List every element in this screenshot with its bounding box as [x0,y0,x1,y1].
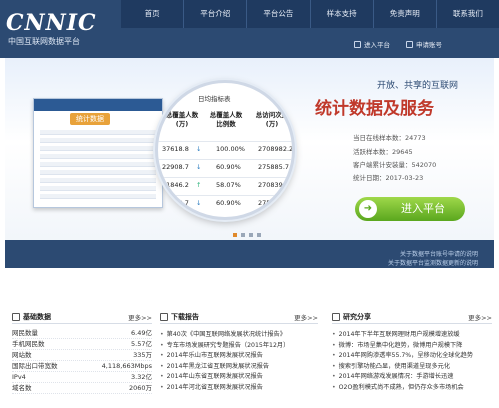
carousel-dot[interactable] [257,233,261,237]
site-header: CNNIC 中国互联网数据平台 首页 平台介绍 平台公告 样本支持 免责声明 联… [0,0,499,58]
report-link[interactable]: 2014年河北省互联网发展状况报告 [160,383,318,394]
lens-header-1: 总覆盖人数(万) [165,111,199,128]
stat-installs: 客户端累计安装量：542070 [353,161,437,169]
report-link[interactable]: 2014年山东省互联网发展状况报告 [160,372,318,383]
download-icon [160,313,168,321]
table-row: 22908.7 ↓ 60.90% 275885.7 [158,159,292,173]
slogan-big: 统计数据及服务 [315,99,434,119]
panel-header: 基础数据 更多>> [12,312,152,324]
apply-icon [406,40,413,48]
research-panel: 研究分享 更多>> 2014年下半年互联网理财用户规模增速放缓 微博：市场呈集中… [332,312,492,408]
table-row: 37618.8 ↓ 100.00% 2708982.2 [158,141,292,155]
carousel-dot[interactable] [249,233,253,237]
research-link[interactable]: 2014年下半年互联网理财用户规模增速放缓 [332,330,492,341]
arrow-right-icon: ➜ [359,200,377,218]
nav-announcements[interactable]: 平台公告 [246,0,309,28]
lens-header-2: 总覆盖人数比例数 [209,111,243,128]
list-item: 网站数 335万 [12,351,152,361]
nav-intro[interactable]: 平台介绍 [183,0,246,28]
report-link[interactable]: 专车市场发展研究专题报告（2015年12月） [160,341,318,352]
arrow-down-icon: ↓ [196,199,202,207]
table-row: 21846.2 ↑ 58.07% 270839.2 [158,177,292,191]
panel-header: 研究分享 更多>> [332,312,492,324]
nav-disclaimer[interactable]: 免责声明 [372,0,436,28]
panel-title: 研究分享 [343,313,371,321]
table-row: 22908.7 ↓ 60.90% 275885.7 [158,195,292,209]
list-item: 国际出口带宽数 4,118,663Mbps [12,362,152,372]
nav-sample-support[interactable]: 样本支持 [309,0,373,28]
hero-banner: 统计数据 日均指标表 总覆盖人数(万) 总覆盖人数比例数 总访问次数(万) 37… [5,58,494,268]
header-links: 进入平台 申请账号 [0,39,499,51]
login-icon [354,40,361,48]
carousel-dots [233,233,261,237]
report-link[interactable]: 第40次《中国互联网络发展状况统计报告》 [160,330,318,341]
carousel-dot[interactable] [233,233,237,237]
slogan-small: 开放、共享的互联网 [377,81,459,91]
basic-data-panel: 基础数据 更多>> 网民数量 6.49亿 手机网民数 5.57亿 网站数 335万 国… [12,312,152,408]
list-item: 手机网民数 5.57亿 [12,340,152,350]
account-notice-link[interactable]: 关于数据平台账号申请的说明 [400,249,478,258]
panel-title: 下载报告 [171,313,199,321]
stat-date: 统计日期：2017-03-23 [353,174,424,182]
research-link[interactable]: 搜索引擎功能凸显，使用渠道呈现多元化 [332,362,492,373]
list-item: 网民数量 6.49亿 [12,329,152,339]
arrow-up-icon: ↑ [196,181,202,189]
research-link[interactable]: 2014年网络游戏发展情况：手游增长迅速 [332,372,492,383]
login-link[interactable]: 进入平台 [354,39,390,49]
lens-title: 日均指标表 [198,95,231,103]
screen-illustration: 统计数据 [33,98,163,208]
more-link[interactable]: 更多>> [468,312,492,322]
reports-panel: 下载报告 更多>> 第40次《中国互联网络发展状况统计报告》 专车市场发展研究专… [160,312,318,408]
apply-account-link[interactable]: 申请账号 [406,39,442,49]
data-icon [12,313,20,321]
apply-link-label: 申请账号 [416,41,442,49]
arrow-down-icon: ↓ [196,163,202,171]
list-item: IPv4 3.32亿 [12,373,152,383]
more-link[interactable]: 更多>> [128,312,152,322]
lens-header-3: 总访问次数(万) [255,111,289,128]
nav-contact[interactable]: 联系我们 [435,0,499,28]
nav-home[interactable]: 首页 [121,0,183,28]
more-link[interactable]: 更多>> [294,312,318,322]
share-icon [332,313,340,321]
screen-badge: 统计数据 [70,113,110,125]
logo-mark: CNNIC [6,10,97,36]
panel-header: 下载报告 更多>> [160,312,318,324]
stat-online-samples: 当日在线样本数：24773 [353,134,426,142]
research-link[interactable]: 2014年网购渗透率55.7%，呈移动化全球化趋势 [332,351,492,362]
report-link[interactable]: 2014年黑龙江省互联网发展状况报告 [160,362,318,373]
research-link[interactable]: O2O盈利模式尚不成熟，但仍存众多市场机会 [332,383,492,394]
main-nav: 首页 平台介绍 平台公告 样本支持 免责声明 联系我们 [121,0,499,28]
panel-title: 基础数据 [23,313,51,321]
research-link[interactable]: 微博：市场呈集中化趋势，微博用户规模下降 [332,341,492,352]
banner-footer: 关于数据平台账号申请的说明 关于数据平台监测数据更新的说明 [5,240,494,268]
stat-active-samples: 活跃样本数：29645 [353,148,413,156]
enter-platform-button[interactable]: ➜ 进入平台 [355,197,465,221]
carousel-dot[interactable] [241,233,245,237]
report-link[interactable]: 2014年乐山市互联网发展状况报告 [160,351,318,362]
list-item: 域名数 2060万 [12,384,152,394]
enter-platform-label: 进入平台 [401,202,445,215]
arrow-down-icon: ↓ [196,145,202,153]
magnifier-table: 日均指标表 总覆盖人数(万) 总覆盖人数比例数 总访问次数(万) 37618.8… [155,80,295,220]
update-notice-link[interactable]: 关于数据平台监测数据更新的说明 [388,258,478,267]
login-link-label: 进入平台 [364,41,390,49]
